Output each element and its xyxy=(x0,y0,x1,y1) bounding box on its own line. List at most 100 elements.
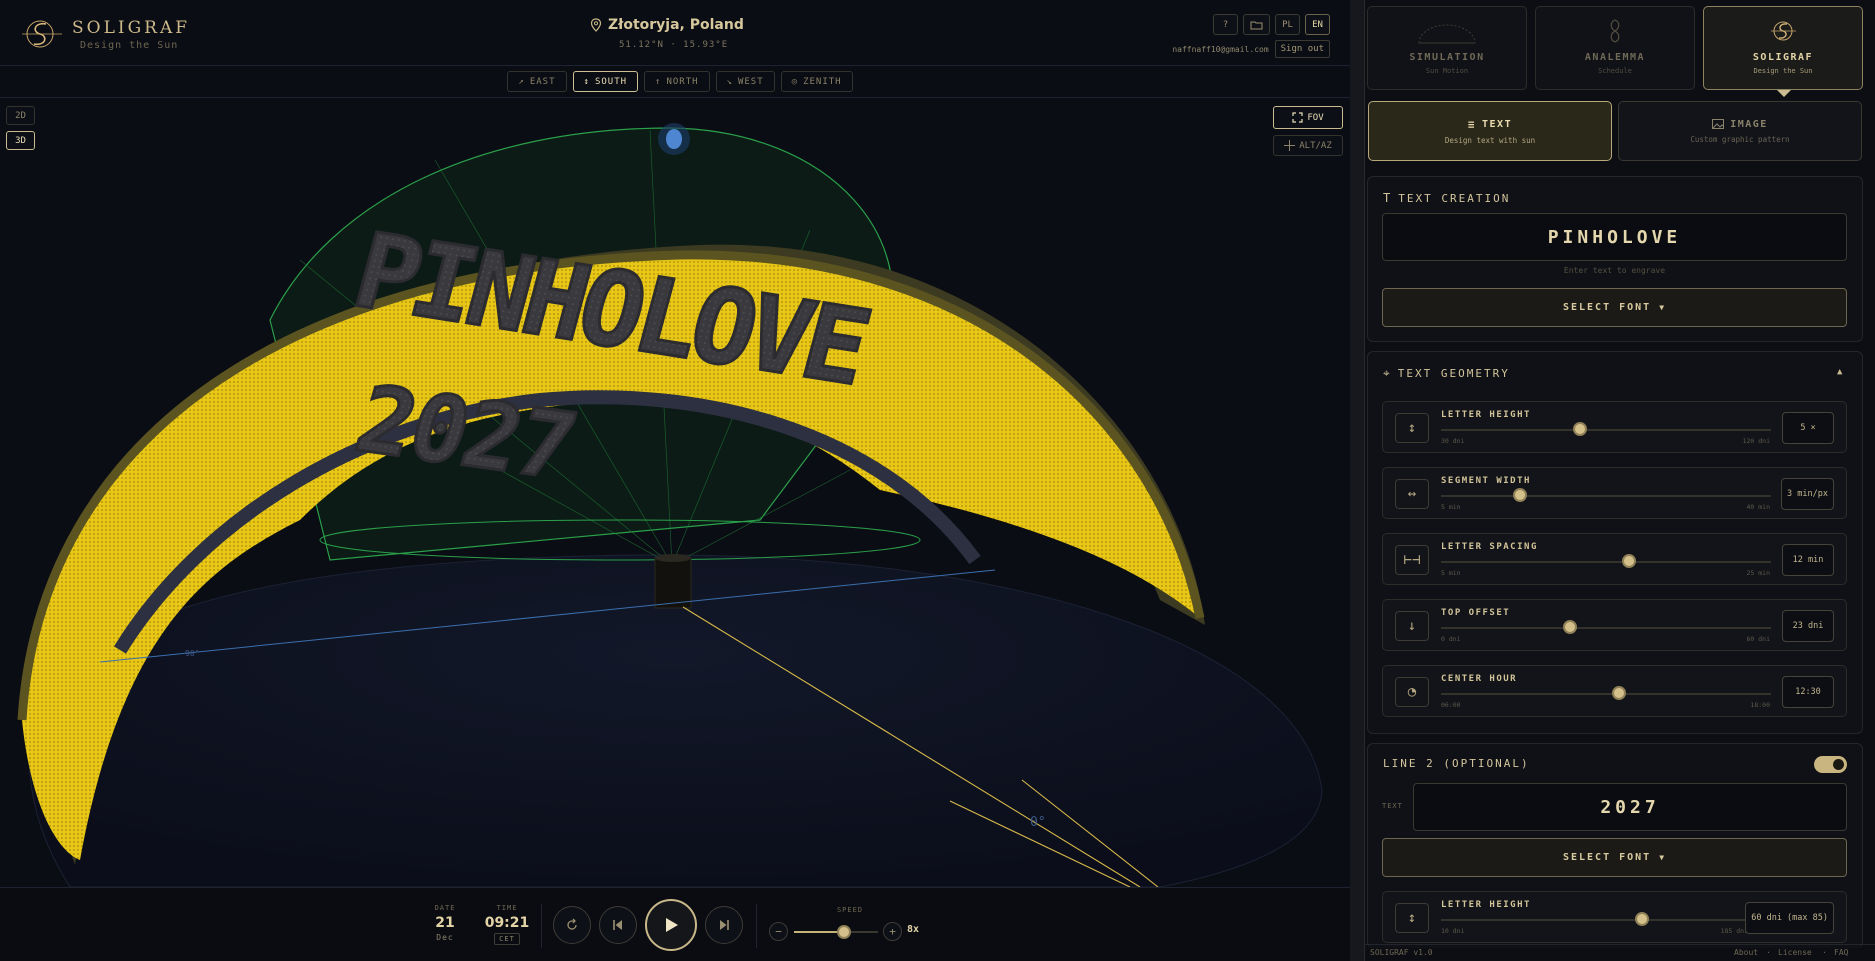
geometry-slider-letter-height[interactable]: ↕ LETTER HEIGHT 30 dni 120 dni 5 × xyxy=(1382,401,1847,453)
divider xyxy=(756,904,757,948)
skip-forward-icon xyxy=(720,920,729,930)
direction-west-button[interactable]: ↘ WEST xyxy=(715,71,775,92)
slider-thumb[interactable] xyxy=(1513,488,1528,502)
direction-label: ZENITH xyxy=(803,76,842,87)
line2-select-font-button[interactable]: SELECT FONT ▼ xyxy=(1382,838,1847,877)
footer-separator: · xyxy=(1766,948,1771,957)
sign-out-button[interactable]: Sign out xyxy=(1274,40,1330,58)
line2-letter-height-slider[interactable]: ↕ LETTER HEIGHT 10 dni 185 dni 60 dni (m… xyxy=(1382,891,1847,943)
submode-image-button[interactable]: IMAGE Custom graphic pattern xyxy=(1618,101,1862,161)
location-display[interactable]: Złotoryja, Poland xyxy=(590,17,744,33)
3d-viewport[interactable]: PINHOLOVE 2027 90° 0° 2D 3D FOV ALT/AZ xyxy=(0,99,1350,887)
analemma-icon xyxy=(1610,19,1620,43)
scene-canvas[interactable]: PINHOLOVE 2027 90° 0° xyxy=(0,99,1350,887)
lang-pl-button[interactable]: PL xyxy=(1275,14,1300,35)
fullscreen-icon xyxy=(1292,112,1303,123)
slider-thumb[interactable] xyxy=(1635,912,1650,926)
section-title: TEXT GEOMETRY xyxy=(1397,367,1510,380)
submode-title: TEXT xyxy=(1482,118,1513,130)
slider-track[interactable] xyxy=(1441,693,1771,695)
speed-increase-button[interactable]: + xyxy=(883,922,902,941)
sun-motion-icon xyxy=(1418,24,1476,44)
slider-value[interactable]: 5 × xyxy=(1782,412,1834,444)
date-month: Dec xyxy=(436,933,454,942)
mode-analemma-button[interactable]: ANALEMMA Schedule xyxy=(1535,6,1695,90)
slider-thumb[interactable] xyxy=(1612,686,1627,700)
fov-button[interactable]: FOV xyxy=(1273,106,1343,129)
slider-value[interactable]: 3 min/px xyxy=(1781,478,1834,510)
play-button[interactable] xyxy=(645,899,697,951)
geometry-slider-letter-spacing[interactable]: ⊢⊣ LETTER SPACING 5 min 25 min 12 min xyxy=(1382,533,1847,585)
select-font-label: SELECT FONT xyxy=(1562,302,1652,313)
slider-thumb[interactable] xyxy=(1562,620,1577,634)
slider-value[interactable]: 23 dni xyxy=(1782,610,1834,642)
speed-slider-thumb[interactable] xyxy=(837,925,852,939)
panel-divider[interactable] xyxy=(1350,0,1364,961)
panel-footer: SOLIGRAF v1.0 About · License · FAQ xyxy=(1364,944,1875,961)
next-button[interactable] xyxy=(705,906,743,944)
slider-min: 5 min xyxy=(1441,569,1461,577)
caret-down-icon: ▼ xyxy=(1659,853,1667,862)
crosshair-icon xyxy=(1284,140,1296,151)
date-display[interactable]: DATE 21 Dec xyxy=(430,904,460,942)
slider-thumb[interactable] xyxy=(1572,422,1587,436)
direction-zenith-button[interactable]: ◎ ZENITH xyxy=(780,71,853,92)
mode-subtitle: Sun Motion xyxy=(1425,67,1469,75)
slider-track[interactable] xyxy=(1441,495,1771,497)
folder-button[interactable] xyxy=(1243,14,1270,35)
slider-label: TOP OFFSET xyxy=(1441,608,1511,618)
folder-icon xyxy=(1250,21,1263,29)
direction-north-button[interactable]: ↑ NORTH xyxy=(644,71,710,92)
select-font-button[interactable]: SELECT FONT ▼ xyxy=(1382,288,1847,327)
geometry-slider-segment-width[interactable]: ↔ SEGMENT WIDTH 5 min 40 min 3 min/px xyxy=(1382,467,1847,519)
footer-link-license[interactable]: License xyxy=(1778,948,1812,957)
geometry-slider-top-offset[interactable]: ↓ TOP OFFSET 0 dni 60 dni 23 dni xyxy=(1382,599,1847,651)
mode-soligraf-button[interactable]: SOLIGRAF Design the Sun xyxy=(1703,6,1863,90)
account-email: naffnaff10@gmail.com xyxy=(1172,44,1269,54)
slider-thumb[interactable] xyxy=(1622,554,1637,568)
pinhole-post[interactable] xyxy=(654,557,692,609)
reset-button[interactable] xyxy=(553,906,591,944)
slider-track[interactable] xyxy=(1441,561,1771,563)
slider-value[interactable]: 12 min xyxy=(1782,544,1834,576)
view-3d-button[interactable]: 3D xyxy=(6,131,35,150)
line2-toggle[interactable] xyxy=(1814,756,1847,773)
geometry-slider-center-hour[interactable]: ◔ CENTER HOUR 06:00 18:00 12:30 xyxy=(1382,665,1847,717)
speed-decrease-button[interactable]: − xyxy=(769,922,788,941)
direction-south-button[interactable]: ↕ SOUTH xyxy=(572,71,639,92)
vertical-arrows-icon: ↕ xyxy=(1395,903,1429,933)
slider-max: 185 dni xyxy=(1720,927,1748,935)
help-button[interactable]: ? xyxy=(1213,14,1238,35)
time-display[interactable]: TIME 09:21 CET xyxy=(482,904,532,945)
collapse-caret-icon[interactable]: ▲ xyxy=(1837,367,1842,377)
previous-button[interactable] xyxy=(599,906,637,944)
slider-label: LETTER HEIGHT xyxy=(1441,410,1531,420)
slider-track[interactable] xyxy=(1441,919,1746,921)
direction-east-button[interactable]: ↗ EAST xyxy=(507,71,567,92)
slider-track[interactable] xyxy=(1441,429,1771,431)
slider-max: 60 dni xyxy=(1746,635,1770,643)
submode-text-button[interactable]: ≡ TEXT Design text with sun xyxy=(1368,101,1612,161)
toggle-knob xyxy=(1833,759,1844,770)
altaz-button[interactable]: ALT/AZ xyxy=(1273,135,1343,156)
playback-bar: DATE 21 Dec TIME 09:21 CET SPEED − + 8x xyxy=(0,887,1350,961)
slider-label: CENTER HOUR xyxy=(1441,674,1518,684)
text-input[interactable]: PINHOLOVE xyxy=(1382,213,1847,261)
slider-value[interactable]: 12:30 xyxy=(1782,676,1834,708)
direction-label: EAST xyxy=(529,76,556,87)
location-coordinates: 51.12°N · 15.93°E xyxy=(619,40,729,50)
submode-subtitle: Design text with sun xyxy=(1444,135,1536,145)
line2-text-input[interactable]: 2027 xyxy=(1413,783,1847,831)
speed-slider-track[interactable] xyxy=(794,925,878,939)
soligraf-icon xyxy=(1771,21,1796,41)
submode-subtitle: Custom graphic pattern xyxy=(1690,134,1790,144)
footer-link-about[interactable]: About xyxy=(1734,948,1758,957)
view-2d-button[interactable]: 2D xyxy=(6,106,35,125)
slider-track[interactable] xyxy=(1441,627,1771,629)
footer-link-faq[interactable]: FAQ xyxy=(1834,948,1848,957)
mode-simulation-button[interactable]: SIMULATION Sun Motion xyxy=(1367,6,1527,90)
slider-value[interactable]: 60 dni (max 85) xyxy=(1745,902,1834,934)
time-value: 09:21 xyxy=(484,915,530,931)
lang-en-button[interactable]: EN xyxy=(1305,14,1330,35)
horizontal-arrows-icon: ↔ xyxy=(1395,479,1429,509)
